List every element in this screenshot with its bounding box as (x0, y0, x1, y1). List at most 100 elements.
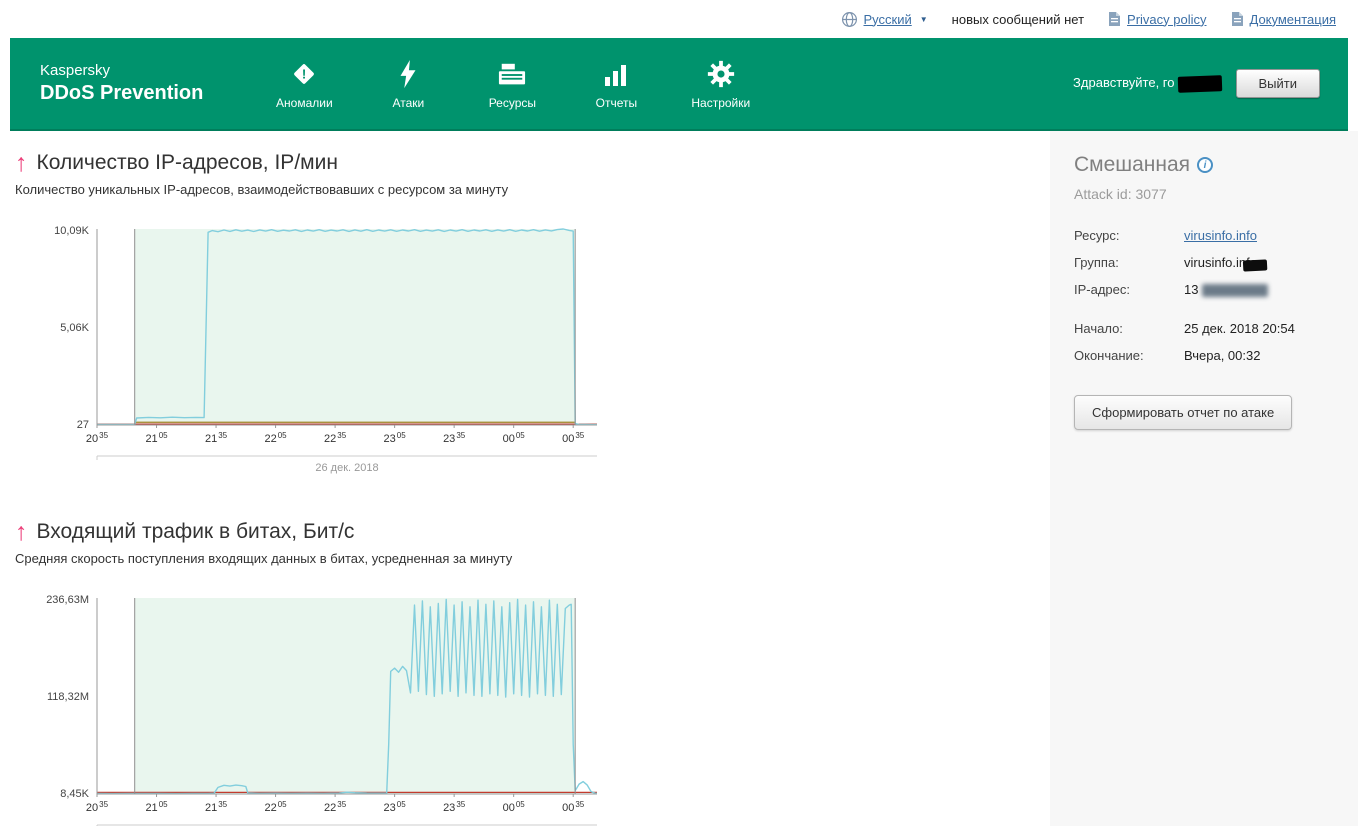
chart-section-traffic-bits: ↑ Входящий трафик в битах, Бит/с Средняя… (15, 520, 1050, 826)
logo-product: DDoS Prevention (40, 81, 204, 104)
attack-fields: Ресурс: virusinfo.info Группа: virusinfo… (1074, 228, 1332, 363)
logo-brand: Kaspersky (40, 62, 111, 80)
language-selector[interactable]: Русский ▼ (841, 11, 928, 28)
y-tick-label: 8,45K (60, 788, 89, 800)
nav-label: Аномалии (276, 96, 333, 110)
x-tick-label: 0035 (562, 431, 585, 445)
nav-label: Настройки (691, 96, 751, 110)
charts-column: ↑ Количество IP-адресов, IP/мин Количест… (0, 131, 1050, 826)
x-tick-label: 2305 (384, 800, 407, 814)
document-icon (1231, 12, 1243, 26)
x-tick-label: 0035 (562, 800, 585, 814)
ip-value: 13 (1184, 282, 1269, 298)
y-tick-label: 10,09K (54, 225, 90, 237)
chart-ip-count: 10,09K 5,06K 27 2035 2105 2135 2205 2235 2305 233… (43, 217, 1050, 480)
field-resource: Ресурс: virusinfo.info (1074, 228, 1332, 243)
attack-type-title: Смешанная (1074, 153, 1191, 176)
incoming-direction-arrow-icon: ↑ (15, 149, 28, 177)
resource-link[interactable]: virusinfo.info (1184, 228, 1257, 243)
x-tick-label: 0005 (503, 800, 526, 814)
chart-subtitle: Количество уникальных IP-адресов, взаимо… (15, 182, 509, 197)
server-icon (497, 57, 527, 89)
x-tick-label: 2035 (86, 431, 109, 445)
x-tick-label: 2235 (324, 431, 347, 445)
incoming-direction-arrow-icon: ↑ (15, 518, 28, 546)
logout-button[interactable]: Выйти (1235, 69, 1320, 98)
y-tick-label: 5,06K (60, 322, 89, 334)
start-time-value: 25 дек. 2018 20:54 (1184, 321, 1295, 337)
x-tick-label: 2205 (264, 800, 287, 814)
info-icon[interactable]: i (1197, 157, 1214, 173)
field-label: Начало: (1074, 321, 1123, 337)
svg-text:!: ! (302, 67, 306, 82)
top-utility-bar: Русский ▼ новых сообщений нет Privacy po… (0, 0, 1358, 38)
documentation-link[interactable]: Документация (1250, 12, 1337, 27)
chart-title: Входящий трафик в битах, Бит/с (36, 520, 355, 543)
language-link[interactable]: Русский (864, 12, 912, 27)
nav-item-reports[interactable]: Отчеты (587, 57, 645, 110)
x-tick-label: 2305 (384, 431, 407, 445)
field-group: Группа: virusinfo.info (1074, 255, 1332, 272)
user-greeting: Здравствуйте, го (1073, 75, 1222, 93)
app-logo: Kaspersky DDoS Prevention (40, 62, 203, 104)
x-tick-label: 2335 (443, 800, 466, 814)
generate-attack-report-button[interactable]: Сформировать отчет по атаке (1074, 395, 1293, 431)
chart-title: Количество IP-адресов, IP/мин (36, 151, 338, 174)
field-start-time: Начало: 25 дек. 2018 20:54 (1074, 321, 1332, 336)
end-time-value: Вчера, 00:32 (1184, 348, 1261, 364)
x-tick-label: 2135 (205, 431, 228, 445)
y-tick-label: 118,32M (47, 691, 89, 703)
attack-period-band (134, 229, 576, 425)
chart-svg: 10,09K 5,06K 272035 2105 2135 2205 2235 2305 233… (54, 225, 597, 474)
field-label: IP-адрес: (1074, 282, 1130, 298)
lightning-icon (396, 57, 420, 89)
main-area: ↑ Количество IP-адресов, IP/мин Количест… (0, 131, 1358, 826)
field-label: Ресурс: (1074, 228, 1120, 243)
attack-details-panel: Смешанная i Attack id: 3077 Ресурс: viru… (1050, 131, 1358, 826)
date-axis-label: 26 дек. 2018 (315, 462, 378, 474)
x-tick-label: 2035 (86, 800, 109, 814)
group-value: virusinfo.info (1184, 255, 1268, 272)
chevron-down-icon: ▼ (919, 14, 928, 24)
nav-label: Ресурсы (488, 96, 537, 110)
nav-item-attacks[interactable]: Атаки (379, 57, 437, 110)
nav-label: Отчеты (595, 96, 638, 110)
y-tick-label: 27 (77, 419, 89, 431)
x-tick-label: 2105 (145, 800, 168, 814)
field-label: Окончание: (1074, 348, 1144, 364)
gear-icon (706, 57, 736, 89)
y-tick-label: 236,63M (46, 594, 89, 606)
redacted-ip (1202, 284, 1269, 298)
field-end-time: Окончание: Вчера, 00:32 (1074, 348, 1332, 363)
field-ip-address: IP-адрес: 13 (1074, 282, 1332, 298)
chart-traffic-bits: 236,63M 118,32M 8,45K 2035 2105 2135 2205 2235 2… (43, 586, 1050, 826)
attack-id: Attack id: 3077 (1074, 186, 1167, 202)
x-tick-label: 0005 (503, 431, 526, 445)
redacted-username (1177, 75, 1222, 93)
document-icon (1109, 12, 1121, 26)
main-nav: ! Аномалии Атаки Ресурсы Отчеты Настройк… (275, 57, 750, 110)
x-tick-label: 2205 (264, 431, 287, 445)
redacted-group-suffix (1242, 259, 1268, 272)
x-tick-label: 2135 (205, 800, 228, 814)
bar-chart-icon (602, 57, 630, 89)
documentation-item[interactable]: Документация (1231, 11, 1337, 27)
field-label: Группа: (1074, 255, 1119, 270)
nav-label: Атаки (392, 96, 425, 110)
chart-svg: 236,63M 118,32M 8,45K2035 2105 2135 2205 2235 2… (46, 594, 598, 826)
messages-status: новых сообщений нет (951, 11, 1085, 27)
privacy-policy-link[interactable]: Privacy policy (1127, 12, 1206, 27)
anomaly-diamond-icon: ! (289, 57, 319, 89)
chart-subtitle: Средняя скорость поступления входящих да… (15, 551, 513, 566)
chart-section-ip-count: ↑ Количество IP-адресов, IP/мин Количест… (15, 151, 1050, 480)
x-tick-label: 2105 (145, 431, 168, 445)
globe-icon (841, 11, 857, 27)
nav-item-settings[interactable]: Настройки (691, 57, 750, 110)
header-right: Здравствуйте, го Выйти (1073, 69, 1320, 98)
x-tick-label: 2335 (443, 431, 466, 445)
privacy-policy-item[interactable]: Privacy policy (1108, 11, 1207, 27)
nav-item-anomalies[interactable]: ! Аномалии (275, 57, 333, 110)
x-tick-label: 2235 (324, 800, 347, 814)
nav-item-resources[interactable]: Ресурсы (483, 57, 541, 110)
app-header: Kaspersky DDoS Prevention ! Аномалии Ата… (10, 38, 1348, 131)
